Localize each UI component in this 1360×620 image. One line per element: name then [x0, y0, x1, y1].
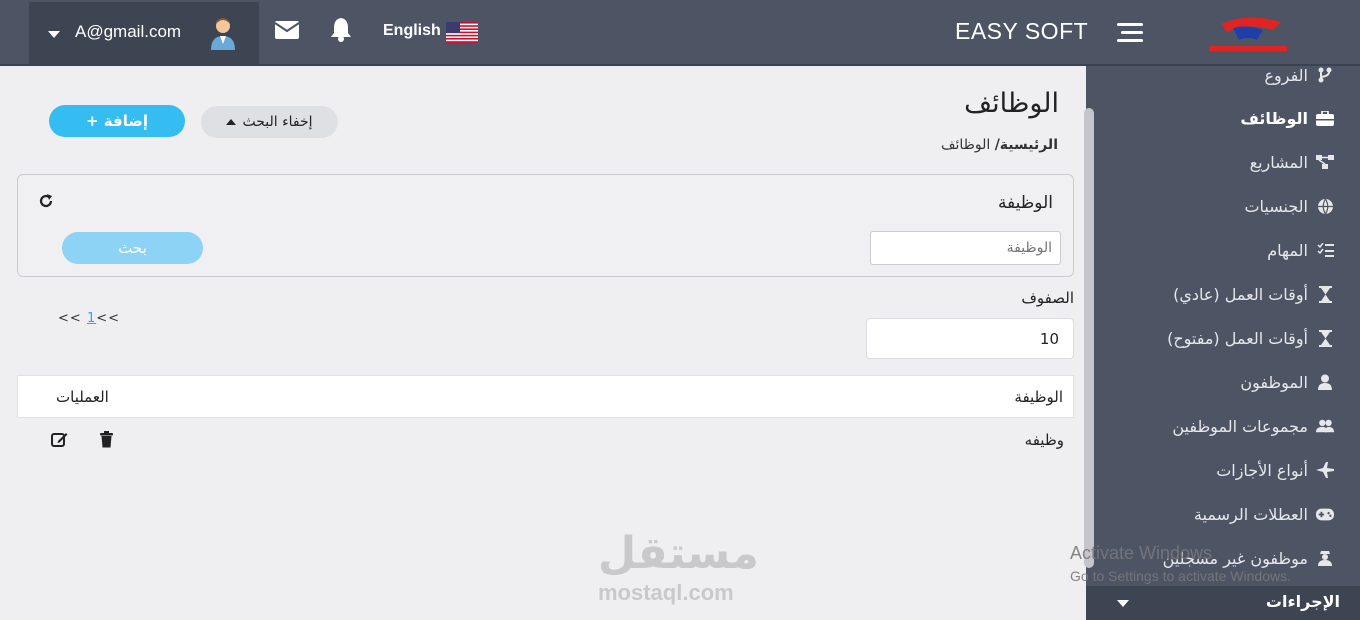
- trash-icon[interactable]: [99, 431, 114, 448]
- hide-search-button[interactable]: إخفاء البحث: [201, 106, 338, 138]
- activate-windows-title: Activate Windows: [1070, 543, 1213, 563]
- hourglass-icon: [1316, 285, 1334, 303]
- watermark-url: mostaql.com: [598, 580, 734, 605]
- language-selector[interactable]: English: [383, 22, 441, 40]
- sidebar-item-label: مجموعات الموظفين: [1172, 416, 1308, 436]
- sidebar-actions-section[interactable]: الإجراءات: [1086, 586, 1360, 620]
- sidebar-item-label: أوقات العمل (عادي): [1173, 284, 1308, 304]
- sidebar-item-label: الموظفون: [1240, 372, 1308, 392]
- user-menu[interactable]: A@gmail.com: [29, 2, 259, 64]
- brand-name: EASY SOFT: [955, 18, 1089, 44]
- sidebar-item-label: أنواع الأجازات: [1216, 460, 1308, 480]
- user-email[interactable]: A@gmail.com: [75, 22, 181, 42]
- activate-windows-subtitle: Go to Settings to activate Windows.: [1070, 568, 1291, 584]
- sidebar-item-jobs[interactable]: الوظائف: [1240, 103, 1334, 133]
- chevron-down-icon[interactable]: [1117, 600, 1129, 607]
- sidebar-item-projects[interactable]: المشاريع: [1250, 147, 1334, 177]
- sidebar-item-label: الوظائف: [1240, 108, 1308, 128]
- pager-next[interactable]: <<: [96, 311, 120, 326]
- search-field-label: الوظيفة: [997, 193, 1053, 213]
- sidebar-item-label: الجنسيات: [1244, 196, 1308, 216]
- avatar[interactable]: [209, 16, 237, 50]
- bell-icon[interactable]: [330, 16, 352, 42]
- mail-icon[interactable]: [274, 20, 300, 40]
- breadcrumb-current: الوظائف: [941, 137, 991, 153]
- sidebar-item-employee-groups[interactable]: مجموعات الموظفين: [1172, 411, 1334, 441]
- plane-icon: [1316, 461, 1334, 479]
- scrollbar-thumb[interactable]: [1084, 108, 1094, 568]
- search-panel: الوظيفة بحث: [17, 174, 1074, 277]
- pager-prev[interactable]: <<: [58, 311, 82, 326]
- tasks-icon: [1316, 241, 1334, 259]
- edit-icon[interactable]: [51, 431, 68, 448]
- sidebar-item-work-hours-normal[interactable]: أوقات العمل (عادي): [1173, 279, 1334, 309]
- search-button[interactable]: بحث: [62, 232, 203, 264]
- sidebar-item-work-hours-open[interactable]: أوقات العمل (مفتوح): [1167, 323, 1334, 353]
- table-header: الوظيفة العمليات: [17, 375, 1074, 418]
- gamepad-icon: [1316, 505, 1334, 523]
- pagination: << 1<<: [58, 311, 120, 326]
- sidebar-item-official-holidays[interactable]: العطلات الرسمية: [1194, 499, 1334, 529]
- chevron-down-icon[interactable]: [48, 31, 60, 38]
- add-button[interactable]: إضافة +: [49, 105, 185, 137]
- sidebar-actions-label: الإجراءات: [1265, 592, 1340, 611]
- breadcrumb: الرئيسية/ الوظائف: [941, 137, 1058, 153]
- caret-up-icon: [226, 119, 237, 125]
- rows-per-page-input[interactable]: 10: [866, 318, 1074, 359]
- pager-page-1[interactable]: 1: [87, 311, 96, 326]
- us-flag-icon[interactable]: [446, 22, 478, 43]
- column-header-job: الوظيفة: [1014, 388, 1063, 406]
- hourglass-icon: [1316, 329, 1334, 347]
- breadcrumb-home[interactable]: الرئيسية/: [995, 137, 1058, 153]
- user-icon: [1316, 373, 1334, 391]
- hide-search-label: إخفاء البحث: [242, 114, 313, 130]
- sidebar-item-employees[interactable]: الموظفون: [1240, 367, 1334, 397]
- sidebar: الفروع الوظائف المشاريع الجنسيات المهام …: [1086, 66, 1360, 620]
- globe-icon: [1316, 197, 1334, 215]
- sidebar-item-label: الفروع: [1264, 66, 1308, 85]
- sidebar-item-nationalities[interactable]: الجنسيات: [1244, 191, 1334, 221]
- sidebar-item-label: العطلات الرسمية: [1193, 504, 1308, 524]
- sidebar-item-leave-types[interactable]: أنواع الأجازات: [1216, 455, 1334, 485]
- sidebar-item-label: المهام: [1267, 240, 1308, 260]
- rows-label: الصفوف: [1021, 289, 1074, 307]
- user-secret-icon: [1316, 549, 1334, 567]
- project-icon: [1316, 153, 1334, 171]
- sidebar-item-label: أوقات العمل (مفتوح): [1167, 328, 1308, 348]
- refresh-icon[interactable]: [38, 193, 54, 209]
- menu-toggle-icon[interactable]: [1117, 23, 1143, 47]
- watermark: مستقل: [598, 528, 759, 579]
- users-icon: [1316, 417, 1334, 435]
- job-search-input[interactable]: [870, 231, 1061, 265]
- page-title: الوظائف: [964, 88, 1059, 119]
- sidebar-item-branches[interactable]: الفروع: [1264, 66, 1334, 90]
- sidebar-item-tasks[interactable]: المهام: [1267, 235, 1334, 265]
- branch-icon: [1316, 66, 1334, 84]
- sidebar-item-label: المشاريع: [1249, 152, 1308, 172]
- briefcase-icon: [1316, 109, 1334, 127]
- table-cell-job: وظيفه: [1024, 431, 1064, 449]
- column-header-operations: العمليات: [56, 388, 109, 406]
- company-logo: [1209, 17, 1287, 51]
- top-bar: A@gmail.com English EASY SOFT: [0, 0, 1360, 66]
